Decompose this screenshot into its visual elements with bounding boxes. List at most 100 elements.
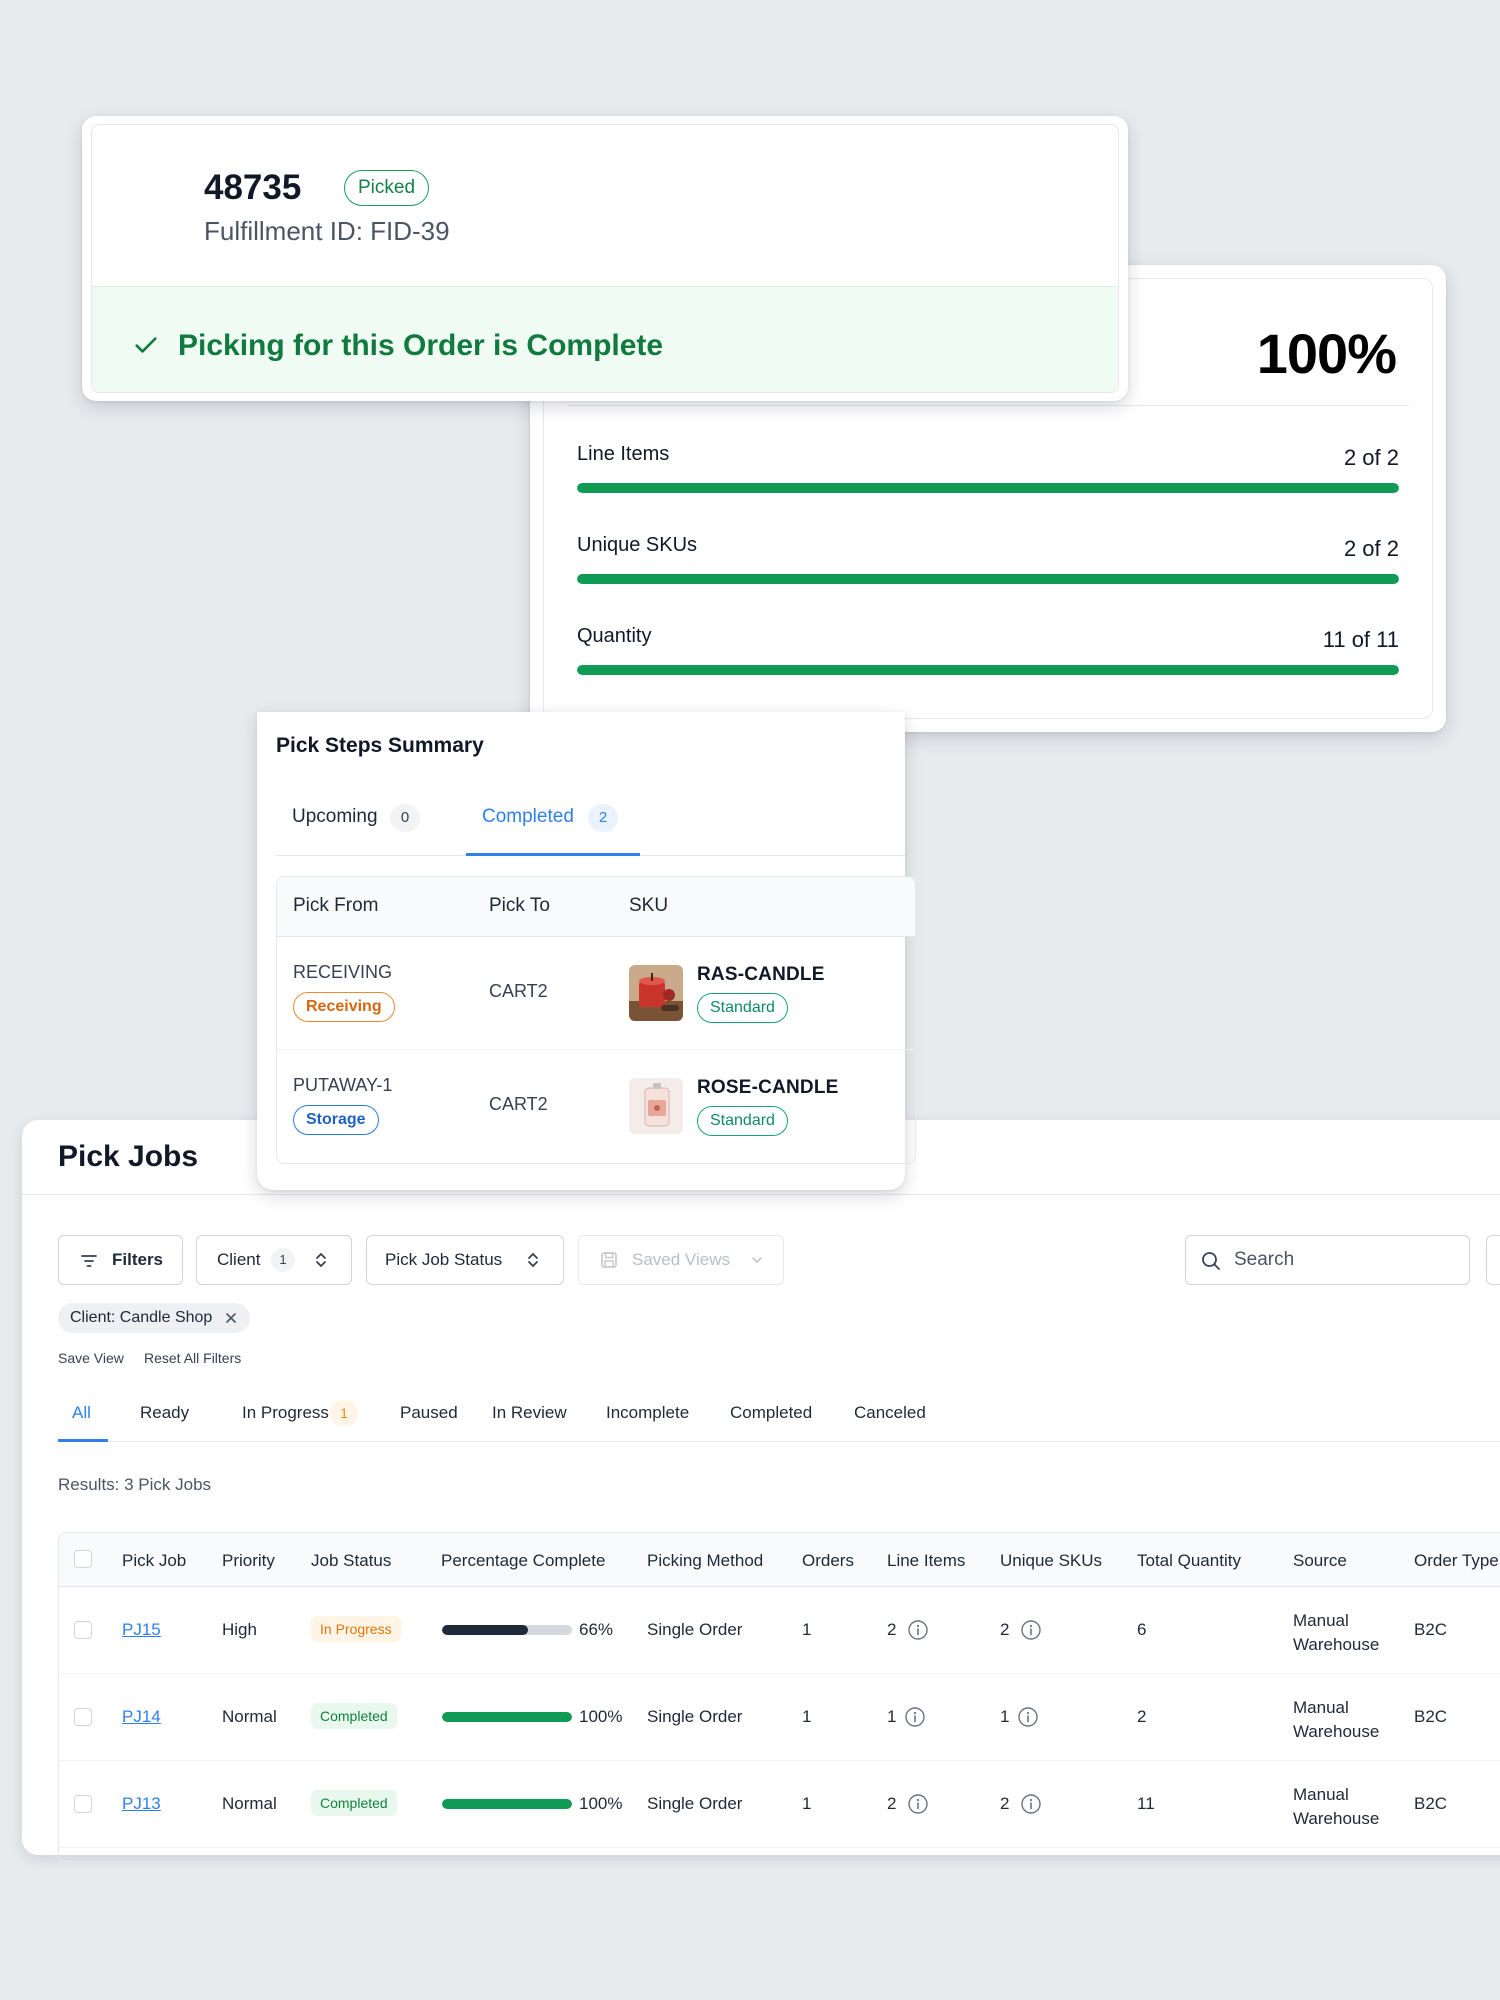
save-view-link[interactable]: Save View — [58, 1350, 124, 1366]
row-checkbox[interactable] — [74, 1708, 92, 1726]
metric-value: 2 of 2 — [1343, 536, 1399, 561]
pick-steps-table: Pick From Pick To SKU RECEIVING Receivin… — [276, 876, 916, 1164]
active-filter-chip[interactable]: Client: Candle Shop — [58, 1303, 251, 1333]
client-filter-button[interactable]: Client 1 — [196, 1235, 352, 1285]
source-line: Warehouse — [1293, 1722, 1380, 1741]
info-icon[interactable] — [907, 1793, 929, 1815]
table-row[interactable]: PJ14 Normal Completed 100% Single Order … — [59, 1674, 1500, 1761]
saved-views-button[interactable]: Saved Views — [578, 1235, 784, 1285]
tab-label: In Review — [492, 1403, 567, 1422]
filter-icon — [81, 1255, 97, 1267]
tab-label: Completed — [730, 1403, 813, 1422]
metric-label: Line Items — [577, 443, 670, 465]
unique-skus: 2 — [1000, 1620, 1010, 1639]
filter-chip-label: Client: Candle Shop — [70, 1309, 213, 1326]
metric-label: Quantity — [577, 625, 652, 647]
filters-button[interactable]: Filters — [58, 1235, 183, 1285]
info-icon[interactable] — [1020, 1793, 1042, 1815]
table-row: RECEIVING Receiving CART2 RAS-CANDLE Sta… — [277, 937, 915, 1050]
select-all-checkbox[interactable] — [74, 1550, 92, 1568]
status-badge: Picked — [344, 170, 430, 206]
metric-line-items: Line Items 2 of 2 — [577, 443, 1399, 503]
tab-all[interactable]: All — [58, 1382, 108, 1442]
tab-count-badge: 0 — [390, 804, 420, 832]
progress-bar — [577, 574, 1399, 584]
tab-ready[interactable]: Ready — [128, 1382, 208, 1442]
table-row: PUTAWAY-1 Storage CART2 ROSE-CANDLE Stan… — [277, 1050, 915, 1163]
column-header[interactable]: Priority — [222, 1551, 275, 1571]
tab-label: Paused — [400, 1403, 458, 1422]
table-row[interactable]: PJ15 High In Progress 66% Single Order 1… — [59, 1587, 1500, 1674]
column-header[interactable]: Unique SKUs — [1000, 1551, 1102, 1571]
priority: Normal — [222, 1794, 277, 1813]
column-header[interactable]: Orders — [802, 1551, 854, 1571]
column-header[interactable]: Picking Method — [647, 1551, 763, 1571]
source-line: Manual — [1293, 1698, 1349, 1717]
tab-canceled[interactable]: Canceled — [842, 1382, 942, 1442]
metric-quantity: Quantity 11 of 11 — [577, 625, 1399, 685]
order-card: Picking for this Order is Complete 48735… — [82, 116, 1128, 401]
table-row[interactable]: PJ13 Normal Completed 100% Single Order … — [59, 1761, 1500, 1848]
order-type: B2C — [1414, 1620, 1448, 1639]
tab-completed[interactable]: Completed 2 — [466, 778, 640, 856]
info-icon[interactable] — [1020, 1619, 1042, 1641]
column-header[interactable]: Total Quantity — [1137, 1551, 1241, 1571]
row-checkbox[interactable] — [74, 1795, 92, 1813]
info-icon[interactable] — [1017, 1706, 1039, 1728]
metric-unique-skus: Unique SKUs 2 of 2 — [577, 534, 1399, 594]
column-header[interactable]: Line Items — [887, 1551, 965, 1571]
tab-in-progress[interactable]: In Progress 1 — [226, 1382, 376, 1442]
info-icon[interactable] — [907, 1619, 929, 1641]
search-input[interactable] — [1234, 1246, 1454, 1274]
column-header[interactable]: Pick Job — [122, 1551, 186, 1571]
tab-incomplete[interactable]: Incomplete — [594, 1382, 704, 1442]
completion-banner: Picking for this Order is Complete — [92, 286, 1118, 392]
close-icon[interactable] — [224, 1311, 238, 1325]
column-header[interactable]: Job Status — [311, 1551, 391, 1571]
search-field[interactable] — [1185, 1235, 1470, 1285]
unique-skus: 2 — [1000, 1794, 1010, 1813]
source-line: Manual — [1293, 1785, 1349, 1804]
column-header[interactable]: Percentage Complete — [441, 1551, 605, 1571]
percent-bar — [442, 1799, 572, 1809]
percent-bar — [442, 1625, 572, 1635]
divider — [22, 1194, 1500, 1195]
row-checkbox[interactable] — [74, 1621, 92, 1639]
pick-job-status-button[interactable]: Pick Job Status — [366, 1235, 564, 1285]
tab-paused[interactable]: Paused — [388, 1382, 468, 1442]
saved-views-label: Saved Views — [632, 1250, 730, 1269]
orders: 1 — [802, 1794, 812, 1813]
pick-job-link[interactable]: PJ13 — [122, 1794, 161, 1814]
line-items: 2 — [887, 1794, 897, 1813]
metric-value: 2 of 2 — [1343, 445, 1399, 470]
tab-label: Completed — [482, 806, 574, 827]
percent-fill — [442, 1625, 528, 1635]
pick-job-link[interactable]: PJ14 — [122, 1707, 161, 1727]
tab-in-review[interactable]: In Review — [480, 1382, 580, 1442]
fulfillment-id: Fulfillment ID: FID-39 — [204, 216, 450, 246]
reset-filters-link[interactable]: Reset All Filters — [144, 1350, 241, 1366]
toolbar-overflow-button[interactable] — [1486, 1235, 1500, 1285]
chevron-down-icon — [752, 1257, 762, 1263]
pick-steps-title: Pick Steps Summary — [276, 734, 484, 757]
info-icon[interactable] — [904, 1706, 926, 1728]
column-header: SKU — [629, 895, 669, 916]
order-card-inner: Picking for this Order is Complete — [91, 124, 1119, 393]
source-line: Warehouse — [1293, 1635, 1380, 1654]
column-header[interactable]: Order Type — [1414, 1551, 1499, 1571]
total-quantity: 6 — [1137, 1620, 1147, 1639]
order-number: 48735 — [204, 168, 302, 207]
tab-upcoming[interactable]: Upcoming 0 — [276, 778, 456, 856]
tab-label: In Progress — [242, 1403, 329, 1422]
sku-name: RAS-CANDLE — [697, 964, 825, 985]
column-header[interactable]: Source — [1293, 1551, 1347, 1571]
picking-method: Single Order — [647, 1794, 743, 1813]
job-status-badge: Completed — [311, 1703, 397, 1729]
line-items: 1 — [887, 1707, 897, 1726]
tab-completed[interactable]: Completed — [718, 1382, 828, 1442]
tab-label: Ready — [140, 1403, 190, 1422]
page-title: Pick Jobs — [58, 1140, 199, 1173]
tab-label: Incomplete — [606, 1403, 690, 1422]
unique-skus: 1 — [1000, 1707, 1010, 1726]
pick-job-link[interactable]: PJ15 — [122, 1620, 161, 1640]
